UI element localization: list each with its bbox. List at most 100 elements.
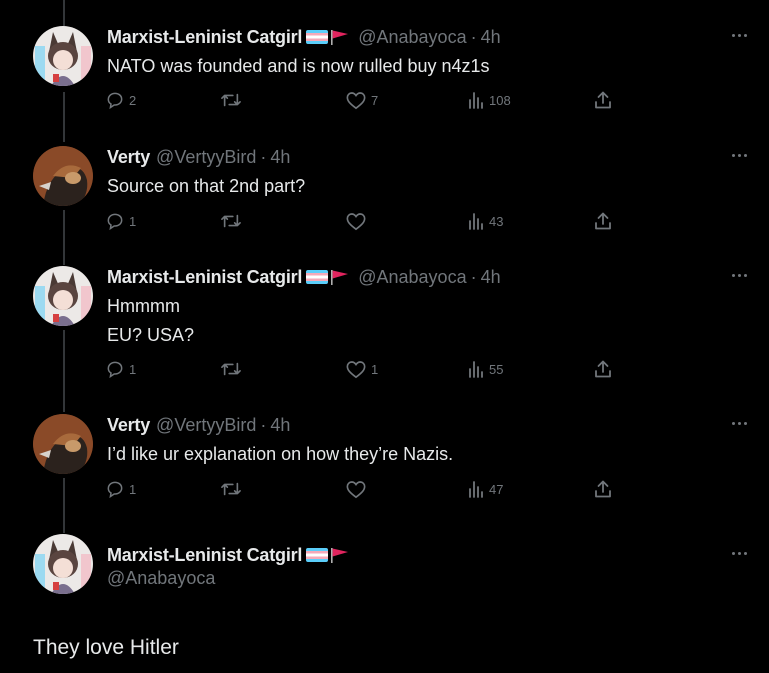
share-button[interactable] — [593, 478, 613, 500]
avatar[interactable] — [33, 146, 93, 206]
timestamp[interactable]: 4h — [481, 27, 501, 48]
tweet-text-line: I’d like ur explanation on how they’re N… — [107, 444, 454, 464]
like-count: 7 — [371, 92, 379, 108]
reply-button[interactable]: 1 — [105, 478, 136, 500]
tweet-text: Source on that 2nd part? — [107, 172, 305, 201]
red-flag-icon — [331, 270, 349, 285]
retweet-button[interactable] — [220, 478, 246, 500]
like-icon — [346, 92, 366, 110]
user-handle[interactable]: @Anabayoca — [358, 27, 466, 48]
share-icon — [595, 360, 611, 378]
thread-line — [63, 0, 65, 26]
like-button[interactable]: 7 — [345, 89, 378, 111]
reply-icon — [107, 361, 123, 379]
action-bar: 2 7 108 — [105, 89, 625, 111]
views-icon — [469, 92, 483, 109]
tweet-text-line: Source on that 2nd part? — [107, 176, 306, 196]
retweet-icon — [221, 482, 241, 496]
share-button[interactable] — [593, 89, 613, 111]
reply-icon — [107, 213, 123, 231]
more-icon[interactable] — [727, 416, 751, 430]
tweet-text-line: Hmmmm — [107, 296, 180, 316]
action-bar: 1 47 — [105, 478, 625, 500]
view-count: 55 — [489, 361, 504, 377]
display-name[interactable]: Marxist-Leninist Catgirl — [107, 267, 302, 288]
bird-avatar-image — [33, 146, 93, 206]
like-button[interactable] — [345, 478, 371, 500]
timestamp[interactable]: 4h — [481, 267, 501, 288]
tweet-text: Hmmmm EU? USA? — [107, 292, 194, 350]
tweet[interactable]: Verty @VertyyBird · 4h I’d like ur expla… — [0, 414, 769, 514]
share-button[interactable] — [593, 358, 613, 380]
user-handle[interactable]: @Anabayoca — [107, 568, 215, 589]
trans-flag-icon — [306, 30, 329, 44]
more-icon[interactable] — [727, 268, 751, 282]
like-button[interactable] — [345, 210, 371, 232]
views-icon — [469, 361, 483, 378]
retweet-button[interactable] — [220, 89, 246, 111]
retweet-button[interactable] — [220, 210, 246, 232]
share-button[interactable] — [593, 210, 613, 232]
tweet-text-line: EU? USA? — [107, 325, 195, 345]
like-icon — [346, 481, 366, 499]
avatar[interactable] — [33, 266, 93, 326]
reply-button[interactable]: 1 — [105, 358, 136, 380]
views-icon — [469, 213, 483, 230]
avatar[interactable] — [33, 26, 93, 86]
tweet-text: I’d like ur explanation on how they’re N… — [107, 440, 453, 469]
catgirl-avatar-image — [33, 266, 93, 326]
separator-dot: · — [260, 414, 267, 435]
profile-flags — [306, 547, 350, 563]
retweet-icon — [221, 214, 241, 228]
more-icon[interactable] — [727, 148, 751, 162]
profile-flags — [306, 29, 350, 45]
separator-dot: · — [260, 146, 267, 167]
catgirl-avatar-image — [33, 534, 93, 594]
share-icon — [595, 91, 611, 109]
tweet[interactable]: Marxist-Leninist Catgirl @Anabayoca · 4h… — [0, 266, 769, 396]
user-handle[interactable]: @VertyyBird — [156, 147, 256, 168]
tweet[interactable]: Marxist-Leninist Catgirl @Anabayoca · 4h… — [0, 26, 769, 126]
display-name[interactable]: Verty — [107, 147, 150, 168]
display-name[interactable]: Verty — [107, 415, 150, 436]
trans-flag-icon — [306, 270, 329, 284]
timestamp[interactable]: 4h — [270, 147, 290, 168]
red-flag-icon — [331, 548, 349, 563]
red-flag-icon — [331, 30, 349, 45]
focal-tweet-text: They love Hitler — [33, 636, 179, 659]
views-button[interactable]: 47 — [467, 478, 503, 500]
view-count: 108 — [489, 92, 511, 108]
timestamp[interactable]: 4h — [270, 415, 290, 436]
avatar[interactable] — [33, 534, 93, 594]
retweet-button[interactable] — [220, 358, 246, 380]
like-button[interactable]: 1 — [345, 358, 378, 380]
reply-count: 1 — [129, 361, 137, 377]
views-button[interactable]: 43 — [467, 210, 503, 232]
more-icon[interactable] — [727, 28, 751, 42]
like-icon — [346, 361, 366, 379]
catgirl-avatar-image — [33, 26, 93, 86]
reply-button[interactable]: 2 — [105, 89, 136, 111]
display-name[interactable]: Marxist-Leninist Catgirl — [107, 545, 302, 566]
user-handle[interactable]: @Anabayoca — [358, 267, 466, 288]
action-bar: 1 1 55 — [105, 358, 625, 380]
reply-count: 2 — [129, 92, 137, 108]
share-icon — [595, 212, 611, 230]
reply-count: 1 — [129, 481, 137, 497]
retweet-icon — [221, 93, 241, 107]
reply-button[interactable]: 1 — [105, 210, 136, 232]
views-button[interactable]: 55 — [467, 358, 503, 380]
like-count: 1 — [371, 361, 379, 377]
views-icon — [469, 481, 483, 498]
display-name[interactable]: Marxist-Leninist Catgirl — [107, 27, 302, 48]
avatar[interactable] — [33, 414, 93, 474]
share-icon — [595, 480, 611, 498]
user-handle[interactable]: @VertyyBird — [156, 415, 256, 436]
reply-icon — [107, 481, 123, 499]
tweet[interactable]: Verty @VertyyBird · 4h Source on that 2n… — [0, 146, 769, 246]
tweet-text-line: NATO was founded and is now rulled buy n… — [107, 56, 490, 76]
separator-dot: · — [470, 266, 477, 287]
more-icon[interactable] — [727, 546, 751, 560]
views-button[interactable]: 108 — [467, 89, 511, 111]
bird-avatar-image — [33, 414, 93, 474]
